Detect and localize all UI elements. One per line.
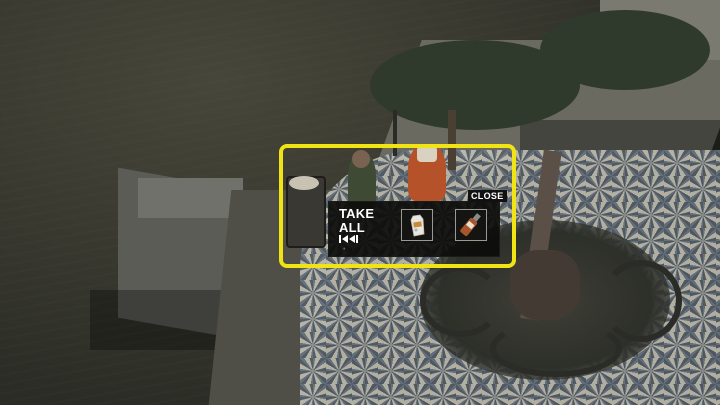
brown-bottle-icon: [460, 213, 481, 236]
take-all-label-line2: ALL: [339, 220, 365, 235]
bottle-can-icon: [410, 214, 425, 237]
controller-hint: •: [343, 246, 346, 253]
stone-pier-top: [138, 178, 243, 218]
curved-bench-right: [600, 260, 682, 342]
take-all-button[interactable]: TAKE ALL: [339, 207, 374, 235]
take-all-arrow-icon: [339, 235, 358, 243]
sculpture-base: [510, 250, 580, 320]
take-all-label-line1: TAKE: [339, 206, 375, 221]
loot-slot-2[interactable]: [455, 209, 487, 241]
loot-slot-1[interactable]: [401, 209, 433, 241]
tree-canopy-right: [540, 10, 710, 90]
curved-bench-front: [490, 320, 622, 377]
close-button[interactable]: CLOSE: [468, 190, 507, 202]
curved-bench-left: [420, 265, 502, 337]
pier-shadow: [90, 290, 230, 350]
